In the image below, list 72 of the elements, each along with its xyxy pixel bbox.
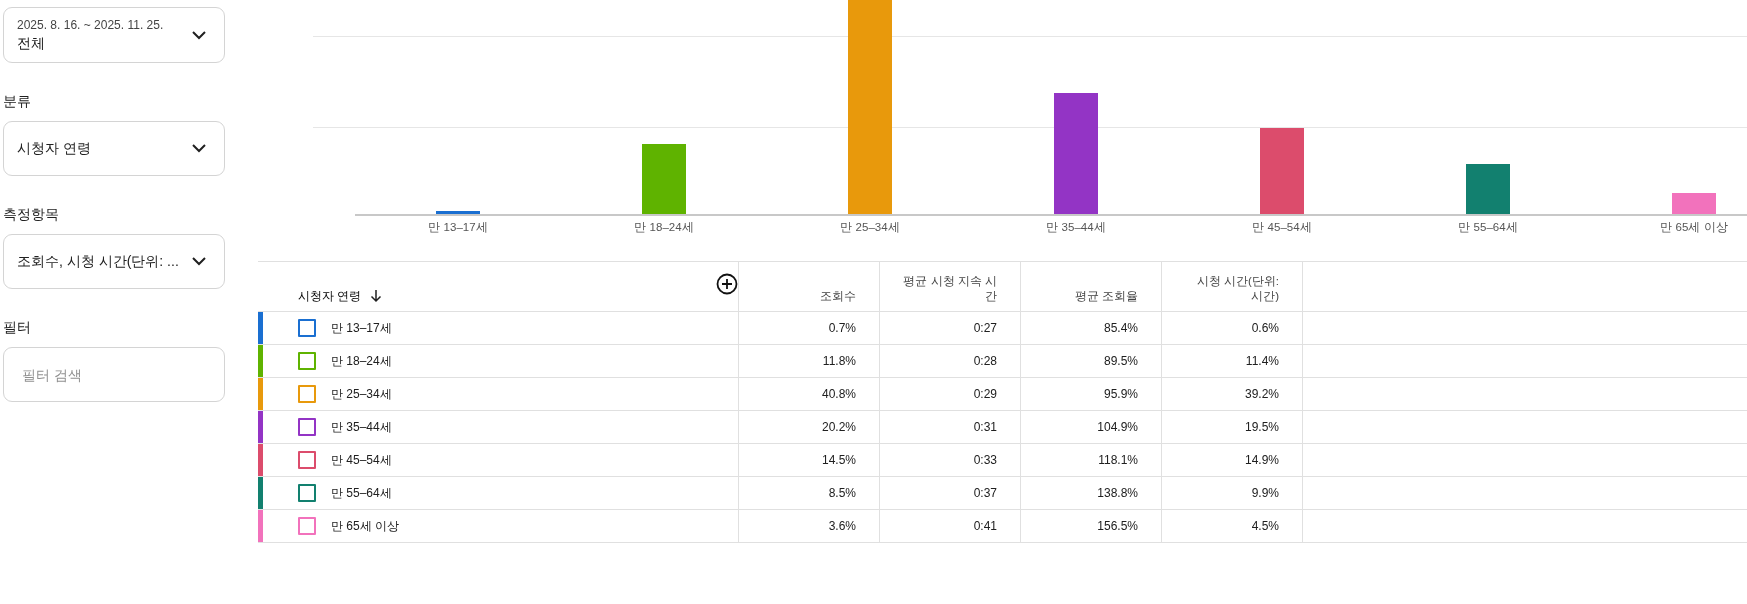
section-label: 분류 (3, 93, 32, 107)
section-label: 측정항목 (3, 206, 60, 220)
table-cell: 만 13–17세 (331, 319, 392, 337)
dropdown[interactable]: 시청자 연령 (3, 121, 225, 176)
dropdown[interactable]: 조회수, 시청 시간(단위: ... (3, 234, 225, 289)
column-header[interactable]: 시청자 연령 (298, 289, 362, 304)
table-cell: 95.9% (1103, 387, 1138, 401)
checkbox[interactable] (298, 517, 316, 535)
table-cell: 0:33 (973, 453, 997, 467)
column-header[interactable]: 평균 조회율 (1074, 289, 1138, 304)
table-cell: 0:31 (973, 420, 997, 434)
table-cell: 만 45–54세 (331, 451, 392, 469)
table-cell: 14.5% (821, 453, 856, 467)
section-label: 필터 (3, 319, 32, 333)
table-cell: 만 65세 이상 (331, 517, 399, 535)
checkbox[interactable] (298, 451, 316, 469)
table-cell: 11.4% (1245, 354, 1279, 368)
axis-label: 만 65세 이상 (1660, 220, 1728, 235)
table-cell: 11.8% (822, 354, 856, 368)
checkbox[interactable] (298, 319, 316, 337)
table-cell: 만 25–34세 (331, 385, 392, 403)
column-header[interactable]: 평균 시청 지속 시간 (901, 274, 997, 304)
table-cell: 138.8% (1097, 486, 1138, 500)
table-cell: 9.9% (1251, 486, 1279, 500)
table-cell: 0.7% (828, 321, 856, 335)
table-cell: 4.5% (1251, 519, 1279, 533)
date-range-value: 전체 (17, 34, 46, 53)
checkbox[interactable] (298, 484, 316, 502)
column-header[interactable]: 시청 시간(단위: 시간) (1183, 274, 1279, 304)
bar (436, 211, 480, 214)
table-cell: 118.1% (1098, 453, 1138, 467)
table-cell: 만 35–44세 (331, 418, 392, 436)
bar (1672, 193, 1716, 214)
date-range: 2025. 8. 16. ~ 2025. 11. 25. (17, 17, 164, 32)
checkbox[interactable] (298, 352, 316, 370)
axis-label: 만 13–17세 (428, 220, 488, 235)
table-cell: 40.8% (821, 387, 856, 401)
table-cell: 156.5% (1097, 519, 1138, 533)
add-column-icon[interactable] (716, 273, 738, 295)
table-cell: 19.5% (1244, 420, 1279, 434)
bar (1466, 164, 1510, 214)
axis-label: 만 25–34세 (840, 220, 900, 235)
date-range-dropdown[interactable]: 2025. 8. 16. ~ 2025. 11. 25. 전체 (3, 7, 225, 63)
table-cell: 14.9% (1244, 453, 1279, 467)
table-cell: 20.2% (821, 420, 856, 434)
table-cell: 0:29 (973, 387, 997, 401)
column-header[interactable]: 조회수 (820, 289, 856, 304)
checkbox[interactable] (298, 385, 316, 403)
chevron-down-icon (192, 30, 206, 40)
chevron-down-icon (192, 257, 206, 266)
table-cell: 8.5% (828, 486, 856, 500)
sort-arrow-icon[interactable] (370, 289, 383, 303)
table-cell: 85.4% (1103, 321, 1138, 335)
chevron-down-icon (192, 144, 206, 153)
axis-label: 만 55–64세 (1458, 220, 1518, 235)
table-cell: 39.2% (1244, 387, 1279, 401)
table-cell: 104.9% (1097, 420, 1138, 434)
axis-label: 만 45–54세 (1252, 220, 1312, 235)
table-cell: 만 55–64세 (331, 484, 392, 502)
table-cell: 89.5% (1103, 354, 1138, 368)
table-cell: 0.6% (1251, 321, 1279, 335)
table-cell: 0:41 (973, 519, 997, 533)
table-cell: 3.6% (828, 519, 856, 533)
checkbox[interactable] (298, 418, 316, 436)
table-cell: 만 18–24세 (331, 352, 392, 370)
table-cell: 0:27 (973, 321, 997, 335)
axis-label: 만 35–44세 (1046, 220, 1106, 235)
axis-label: 만 18–24세 (634, 220, 694, 235)
table-cell: 0:28 (973, 354, 997, 368)
search-field[interactable]: 필터 검색 (3, 347, 225, 402)
bar (642, 144, 686, 214)
table-cell: 0:37 (973, 486, 997, 500)
